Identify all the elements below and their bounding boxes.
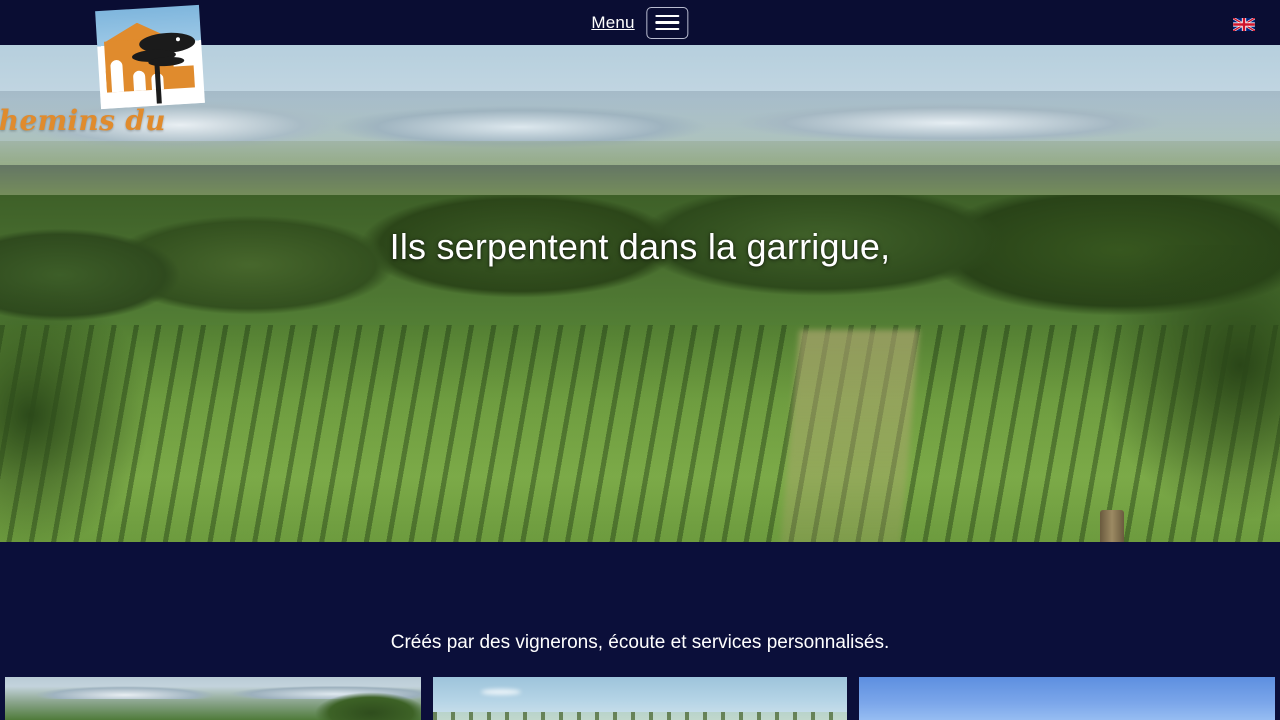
property-search-bar: Type de biens Budget maximum Bio Vue et/… <box>0 542 1280 620</box>
tagline-text: Créés par des vignerons, écoute et servi… <box>390 632 890 653</box>
hamburger-bar <box>655 21 680 24</box>
site-logo[interactable] <box>95 4 218 118</box>
card-item[interactable] <box>859 677 1275 720</box>
menu-label[interactable]: Menu <box>591 13 634 33</box>
card-item[interactable] <box>433 677 847 720</box>
card-cloud-detail <box>481 689 521 695</box>
card-tree-detail <box>291 687 421 720</box>
logo-arch-cut <box>132 70 147 92</box>
hero-right-foliage <box>1050 245 1280 542</box>
hamburger-menu-icon[interactable] <box>646 6 689 39</box>
logo-tile-icon <box>95 4 205 110</box>
card-item[interactable] <box>5 677 421 720</box>
uk-flag-icon[interactable] <box>1233 18 1255 31</box>
page-root: Ils serpentent dans la garrigue, Menu he… <box>0 0 1280 720</box>
uk-flag-svg <box>1233 18 1255 31</box>
menu-group[interactable]: Menu <box>591 0 689 45</box>
hero-dirt-path <box>780 330 920 542</box>
hamburger-bar <box>655 14 680 18</box>
hero-wooden-post <box>1100 510 1124 542</box>
featured-cards-row <box>0 672 1280 720</box>
card-vine-detail <box>433 712 847 720</box>
hero-title: Ils serpentent dans la garrigue, <box>389 226 891 267</box>
hamburger-bar <box>655 27 680 31</box>
logo-arch-cut <box>110 59 125 93</box>
hero-left-foliage <box>0 275 180 542</box>
